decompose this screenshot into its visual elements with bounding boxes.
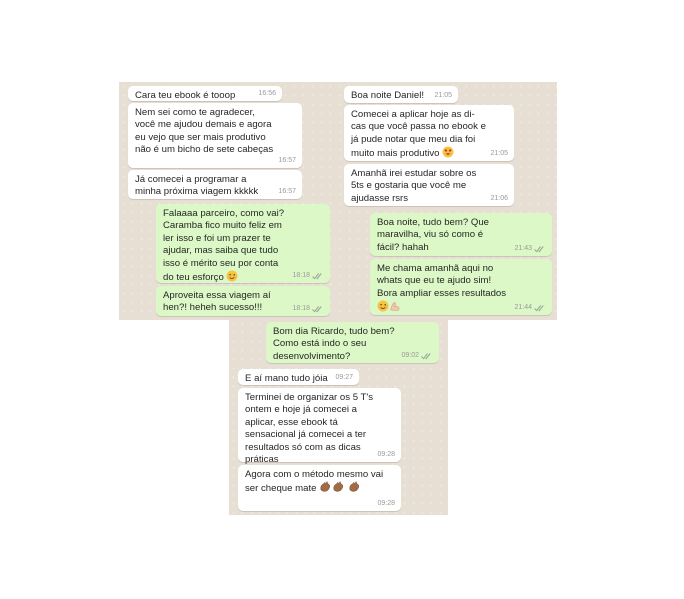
wink-face-icon <box>226 270 238 286</box>
message-text: Cara teu ebook é tooop <box>135 90 236 101</box>
message-time: 21:05 <box>490 150 508 157</box>
message-text: Falaaaa parceiro, como vai? Caramba fico… <box>163 208 291 286</box>
message-text-body: Agora com o método mesmo vai ser cheque … <box>245 469 384 495</box>
clapping-hands-icon <box>332 481 345 497</box>
message-time: 21:43 <box>514 245 532 252</box>
message-bubble: Falaaaa parceiro, como vai? Caramba fico… <box>156 204 330 283</box>
message-text: Bom dia Ricardo, tudo bem? Como está ind… <box>273 326 395 362</box>
message-text: Comecei a aplicar hoje as di- cas que vo… <box>351 109 489 163</box>
message-time: 18:18 <box>292 305 310 312</box>
double-check-icon <box>421 353 431 360</box>
message-time: 16:56 <box>258 90 276 97</box>
message-bubble: Me chama amanhã aqui no whats que eu te … <box>370 259 552 315</box>
message-time: 09:28 <box>377 500 395 507</box>
message-bubble: Cara teu ebook é tooop 16:56 <box>128 86 282 101</box>
double-check-icon <box>534 305 544 312</box>
chat-screenshot-1: Cara teu ebook é tooop 16:56 Nem sei com… <box>119 82 336 320</box>
message-text: Nem sei como te agradecer, você me ajudo… <box>135 107 274 156</box>
message-text-body: Falaaaa parceiro, como vai? Caramba fico… <box>163 208 285 284</box>
message-bubble: Agora com o método mesmo vai ser cheque … <box>238 465 401 511</box>
message-text-body: Comecei a aplicar hoje as di- cas que vo… <box>351 109 486 160</box>
message-bubble: Nem sei como te agradecer, você me ajudo… <box>128 103 302 168</box>
message-time: 16:57 <box>278 157 296 164</box>
chat-screenshot-3: Bom dia Ricardo, tudo bem? Como está ind… <box>229 319 448 515</box>
message-bubble: Bom dia Ricardo, tudo bem? Como está ind… <box>266 322 439 363</box>
message-time: 16:57 <box>278 188 296 195</box>
message-bubble: Amanhã irei estudar sobre os 5ts e gosta… <box>344 164 514 206</box>
message-text: Me chama amanhã aqui no whats que eu te … <box>377 263 507 317</box>
message-text: Boa noite, tudo bem? Que maravilha, viu … <box>377 217 490 253</box>
message-time: 09:02 <box>401 352 419 359</box>
message-time: 21:05 <box>434 92 452 99</box>
message-bubble: Terminei de organizar os 5 T's ontem e h… <box>238 388 401 465</box>
heart-eyes-face-icon <box>442 146 454 162</box>
message-text: Agora com o método mesmo vai ser cheque … <box>245 469 385 498</box>
message-time: 09:27 <box>335 374 353 381</box>
message-bubble: Boa noite, tudo bem? Que maravilha, viu … <box>370 213 552 256</box>
message-time: 09:28 <box>377 451 395 458</box>
message-text: Boa noite Daniel! <box>351 90 425 101</box>
clapping-hands-icon <box>348 481 361 497</box>
message-bubble: Aproveita essa viagem aí hen?! heheh suc… <box>156 286 330 316</box>
message-bubble: E aí mano tudo jóia 09:27 <box>238 369 359 385</box>
double-check-icon <box>312 273 322 280</box>
message-bubble: Boa noite Daniel! 21:05 <box>344 86 458 103</box>
message-time: 21:44 <box>514 304 532 311</box>
muscle-icon <box>389 300 401 316</box>
double-check-icon <box>312 306 322 313</box>
message-time: 21:06 <box>490 195 508 202</box>
message-text: Terminei de organizar os 5 T's ontem e h… <box>245 392 374 466</box>
clapping-hands-icon <box>319 481 332 497</box>
message-bubble: Comecei a aplicar hoje as di- cas que vo… <box>344 105 514 161</box>
message-text: Aproveita essa viagem aí hen?! heheh suc… <box>163 290 271 314</box>
wink-face-icon <box>377 300 389 316</box>
double-check-icon <box>534 246 544 253</box>
message-text-body: Me chama amanhã aqui no whats que eu te … <box>377 263 507 299</box>
message-text: E aí mano tudo jóia <box>245 373 328 384</box>
message-time: 18:18 <box>292 272 310 279</box>
chat-screenshot-2: Boa noite Daniel! 21:05 Comecei a aplica… <box>336 82 557 320</box>
message-bubble: Já comecei a programar a minha próxima v… <box>128 170 302 199</box>
message-text: Amanhã irei estudar sobre os 5ts e gosta… <box>351 168 477 204</box>
message-text: Já comecei a programar a minha próxima v… <box>135 174 259 198</box>
